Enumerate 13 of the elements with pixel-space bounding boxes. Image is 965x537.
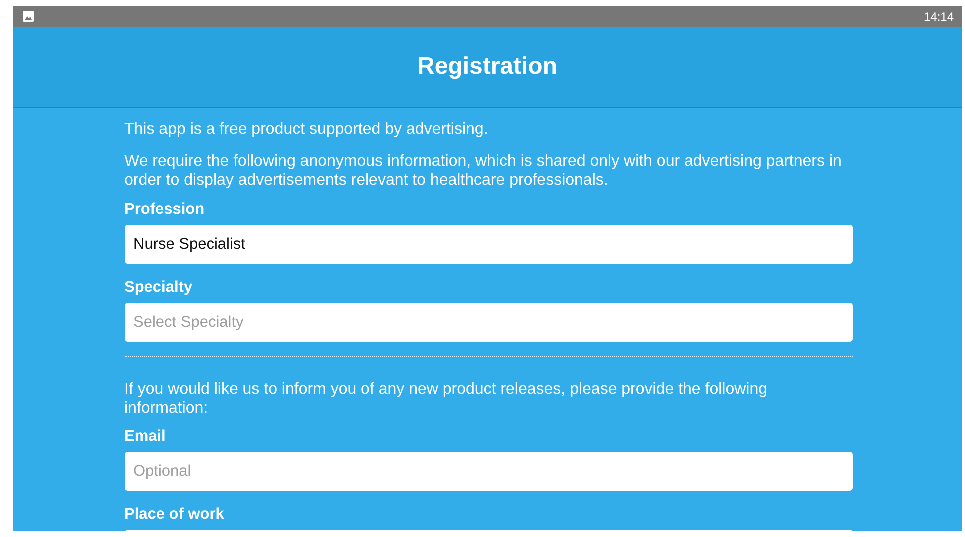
info-text: We require the following anonymous information, which is shared only with our advertising partners in order to display advertisements relevant to healthcare professionals. bbox=[124, 152, 843, 190]
field-label: Profession bbox=[124, 200, 206, 219]
info-text: This app is a free product supported by advertising. bbox=[124, 120, 490, 139]
input-field[interactable]: Nurse Specialist bbox=[124, 225, 852, 264]
input-field[interactable]: Select Specialty bbox=[124, 303, 852, 342]
input-field[interactable]: Optional bbox=[124, 452, 852, 491]
field-label: Specialty bbox=[124, 278, 194, 297]
page-title: Registration bbox=[417, 53, 558, 81]
image-icon bbox=[23, 11, 34, 22]
field-label: Email bbox=[124, 427, 167, 446]
info-text: If you would like us to inform you of any new product releases, please provide the following information: bbox=[124, 380, 769, 418]
status-time: 14:14 bbox=[924, 10, 954, 24]
field-label: Place of work bbox=[124, 505, 226, 524]
